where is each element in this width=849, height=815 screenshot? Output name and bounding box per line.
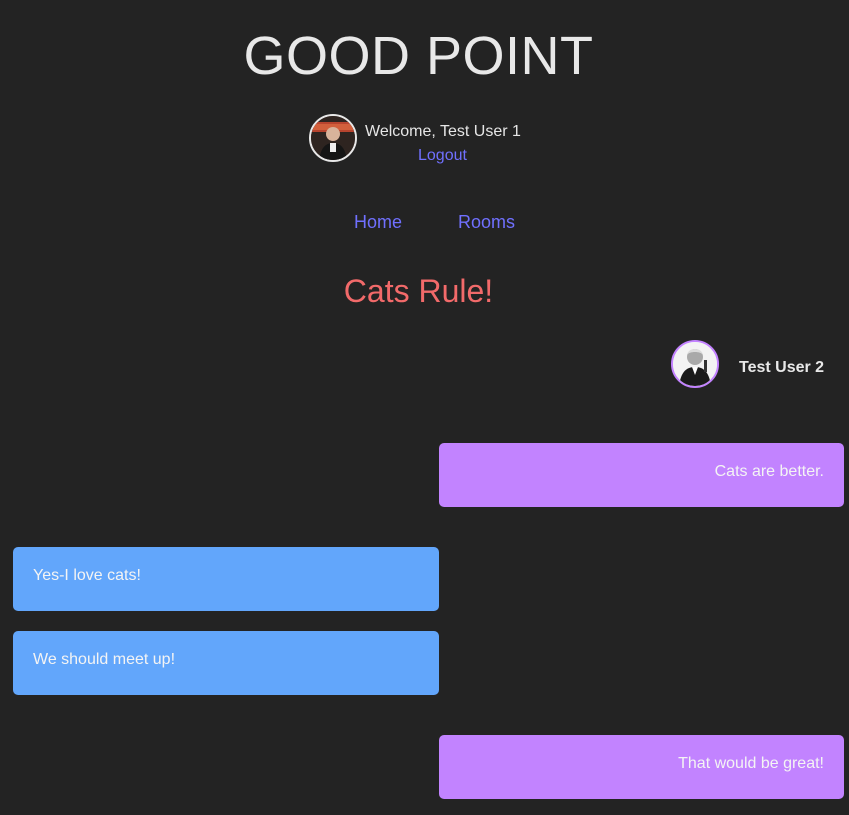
message-bubble-other: That would be great! <box>439 735 844 799</box>
logout-link[interactable]: Logout <box>418 147 467 165</box>
main-nav: Home Rooms <box>0 212 849 236</box>
participant-avatar <box>671 340 719 388</box>
user-block: Welcome, Test User 1 Logout <box>309 114 549 164</box>
nav-home-link[interactable]: Home <box>354 212 402 233</box>
welcome-text: Welcome, Test User 1 <box>365 123 521 140</box>
app-title: GOOD POINT <box>243 26 594 86</box>
nav-rooms-link[interactable]: Rooms <box>458 212 515 233</box>
room-title: Cats Rule! <box>343 273 494 309</box>
user-avatar <box>309 114 357 162</box>
message-bubble-own: We should meet up! <box>13 631 439 695</box>
participant-name: Test User 2 <box>739 359 825 376</box>
message-bubble-other: Cats are better. <box>439 443 844 507</box>
chat-room-page: GOOD POINT Welcome, Test User 1 Logout H… <box>0 0 849 815</box>
message-bubble-own: Yes-I love cats! <box>13 547 439 611</box>
